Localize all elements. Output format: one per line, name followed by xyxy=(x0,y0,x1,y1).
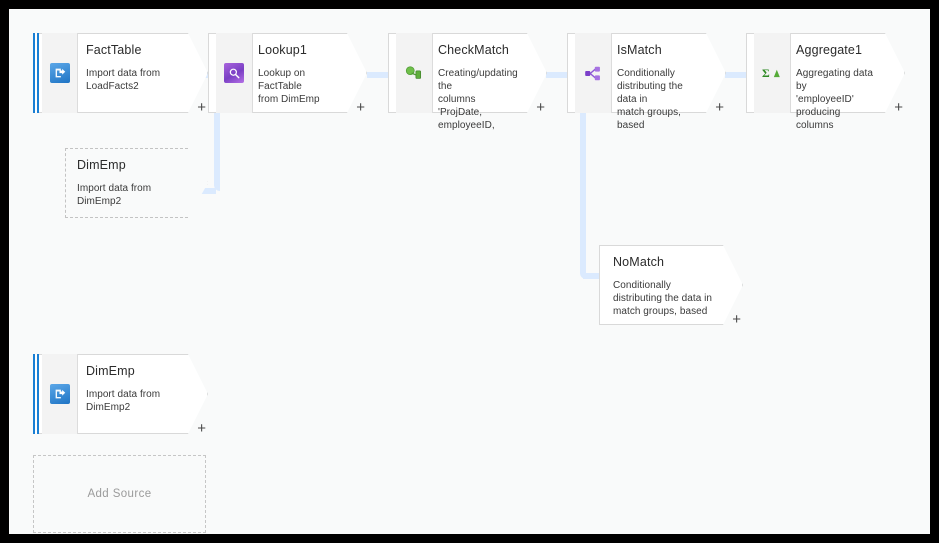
node-title: Lookup1 xyxy=(258,43,308,57)
connector-dimempref-segment-v xyxy=(214,109,220,191)
node-lookup1[interactable]: Lookup1 Lookup on FactTable from DimEmp … xyxy=(208,33,367,115)
source-rail-inner xyxy=(37,354,39,434)
connector-ismatch-to-nomatch-v xyxy=(580,109,586,279)
node-icon-gutter xyxy=(396,33,433,113)
add-transformation-button[interactable]: + xyxy=(715,100,724,115)
lookup-icon xyxy=(224,63,244,83)
screenshot-frame: FactTable Import data from LoadFacts2 + … xyxy=(0,0,939,543)
node-description: Conditionally distributing the data in m… xyxy=(617,68,683,131)
node-description: Lookup on FactTable from DimEmp xyxy=(258,68,320,105)
node-title: Aggregate1 xyxy=(796,43,863,57)
node-body: Lookup1 Lookup on FactTable from DimEmp xyxy=(258,33,341,113)
node-dimemp-source[interactable]: DimEmp Import data from DimEmp2 + xyxy=(33,354,208,436)
node-icon-gutter xyxy=(216,33,253,113)
svg-text:Σ: Σ xyxy=(762,66,770,80)
node-body: FactTable Import data from LoadFacts2 xyxy=(86,33,182,113)
node-body: DimEmp Import data from DimEmp2 xyxy=(86,354,182,434)
source-rail-inner xyxy=(37,33,39,113)
add-transformation-button[interactable]: + xyxy=(894,100,903,115)
node-title: DimEmp xyxy=(86,364,135,378)
add-transformation-button[interactable]: + xyxy=(536,100,545,115)
node-body: IsMatch Conditionally distributing the d… xyxy=(617,33,700,131)
add-transformation-button[interactable]: + xyxy=(197,421,206,436)
data-flow-canvas[interactable]: FactTable Import data from LoadFacts2 + … xyxy=(9,9,930,534)
import-data-icon xyxy=(49,384,70,404)
node-body: CheckMatch Creating/updating the columns… xyxy=(438,33,521,131)
aggregate-sigma-icon: Σ xyxy=(762,65,782,81)
node-description: Aggregating data by 'employeeID' produci… xyxy=(796,68,873,131)
import-data-icon xyxy=(49,63,70,83)
node-icon-gutter xyxy=(42,33,78,113)
node-icon-gutter xyxy=(575,33,612,113)
node-title: IsMatch xyxy=(617,43,662,57)
node-description: Import data from LoadFacts2 xyxy=(86,68,161,92)
node-body: Aggregate1 Aggregating data by 'employee… xyxy=(796,33,879,131)
add-source-button[interactable]: Add Source xyxy=(33,455,206,533)
node-body: DimEmp Import data from DimEmp2 xyxy=(77,148,186,218)
node-description: Conditionally distributing the data in m… xyxy=(613,280,713,317)
node-description: Import data from DimEmp2 xyxy=(86,389,161,413)
node-title: DimEmp xyxy=(77,158,126,172)
add-transformation-button[interactable]: + xyxy=(732,312,741,327)
node-description: Creating/updating the columns 'ProjDate,… xyxy=(438,68,518,131)
node-description: Import data from DimEmp2 xyxy=(77,183,152,207)
node-icon-gutter: Σ xyxy=(754,33,791,113)
node-icon-gutter xyxy=(42,354,78,434)
node-checkmatch[interactable]: CheckMatch Creating/updating the columns… xyxy=(388,33,547,131)
add-transformation-button[interactable]: + xyxy=(356,100,365,115)
add-source-label: Add Source xyxy=(87,488,152,500)
node-nomatch[interactable]: NoMatch Conditionally distributing the d… xyxy=(599,245,743,327)
derived-column-icon xyxy=(405,65,424,82)
node-ismatch[interactable]: IsMatch Conditionally distributing the d… xyxy=(567,33,726,131)
conditional-split-icon xyxy=(584,65,603,82)
node-title: CheckMatch xyxy=(438,43,509,57)
node-dimemp-reference[interactable]: DimEmp Import data from DimEmp2 xyxy=(65,148,208,218)
node-title: NoMatch xyxy=(613,255,665,269)
node-body: NoMatch Conditionally distributing the d… xyxy=(613,245,721,325)
add-transformation-button[interactable]: + xyxy=(197,100,206,115)
node-title: FactTable xyxy=(86,43,142,57)
node-facttable[interactable]: FactTable Import data from LoadFacts2 + xyxy=(33,33,208,115)
node-aggregate1[interactable]: Σ Aggregate1 Aggregating data by 'employ… xyxy=(746,33,905,131)
